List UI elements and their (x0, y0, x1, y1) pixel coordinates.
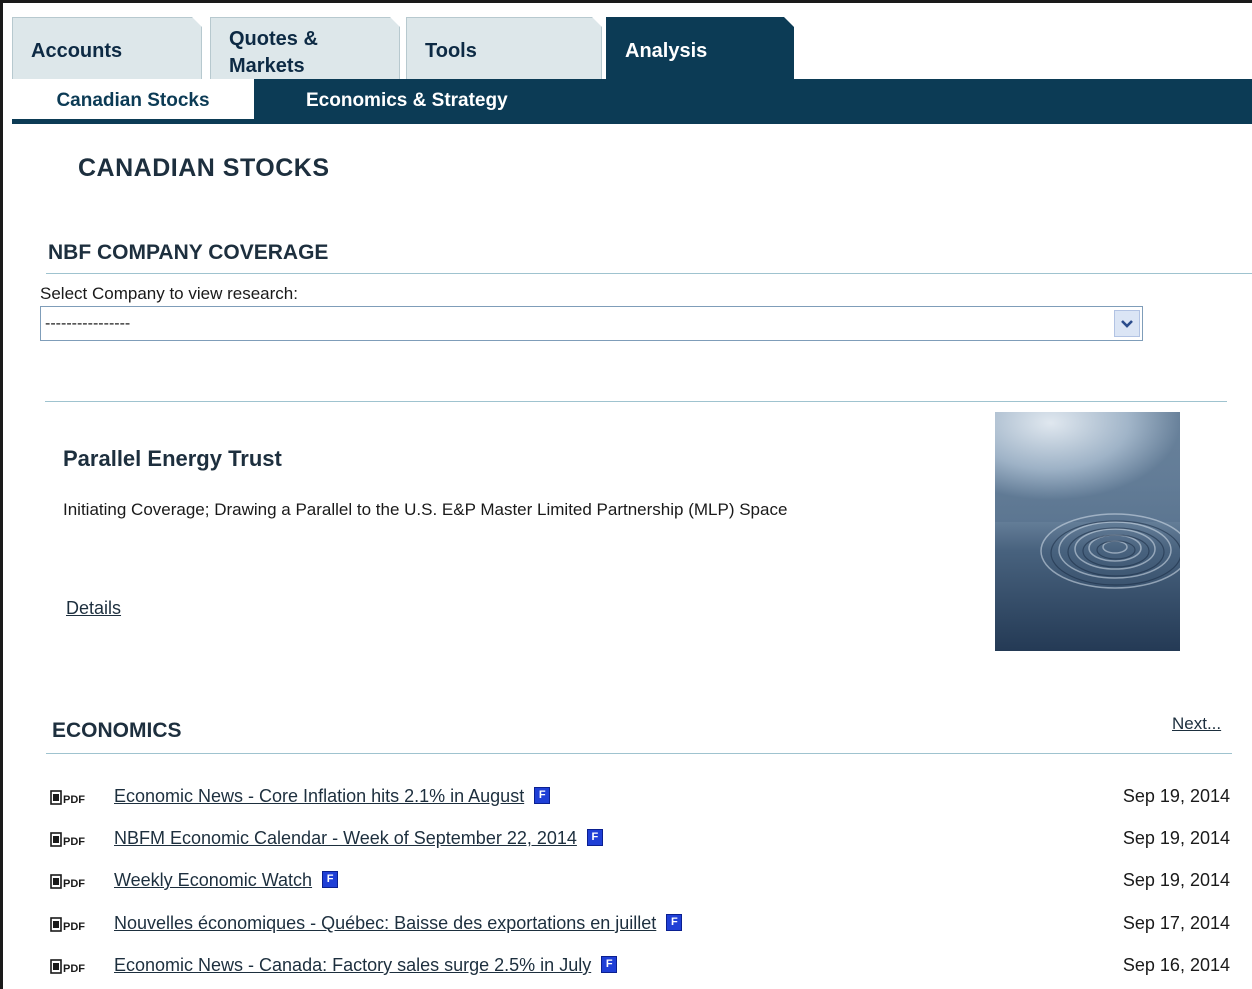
main-tabs: Accounts Quotes & Markets Tools Analysis (12, 15, 1252, 79)
economics-row: PDF Weekly Economic Watch F Sep 19, 2014 (50, 870, 1230, 894)
pdf-label: PDF (63, 921, 85, 933)
water-ripple-image (995, 412, 1180, 589)
pdf-icon[interactable]: PDF (50, 874, 106, 890)
economics-row: PDF NBFM Economic Calendar - Week of Sept… (50, 828, 1230, 852)
french-version-icon[interactable]: F (601, 956, 618, 973)
economics-heading: ECONOMICS (52, 719, 182, 742)
featured-image (995, 412, 1180, 651)
tab-label: Analysis (625, 40, 708, 62)
tab-analysis[interactable]: Analysis (606, 17, 794, 79)
economics-link[interactable]: Economic News - Core Inflation hits 2.1%… (114, 786, 551, 807)
dropdown-button[interactable] (1114, 310, 1140, 337)
pdf-label: PDF (63, 963, 85, 975)
economics-title: Economic News - Core Inflation hits 2.1%… (114, 786, 525, 806)
tab-quotes-markets[interactable]: Quotes & Markets (210, 17, 400, 79)
divider (46, 273, 1252, 274)
subtab-economics-strategy[interactable]: Economics & Strategy (306, 79, 508, 119)
economics-link[interactable]: NBFM Economic Calendar - Week of Septemb… (114, 828, 603, 849)
french-version-icon[interactable]: F (322, 871, 339, 888)
tab-label: Quotes & Markets (229, 28, 318, 77)
economics-link[interactable]: Economic News - Canada: Factory sales su… (114, 955, 618, 976)
economics-row: PDF Economic News - Canada: Factory sales… (50, 955, 1230, 979)
economics-link[interactable]: Weekly Economic Watch F (114, 870, 339, 891)
economics-title: NBFM Economic Calendar - Week of Septemb… (114, 828, 577, 848)
pdf-label: PDF (63, 836, 85, 848)
featured-description: Initiating Coverage; Drawing a Parallel … (63, 500, 788, 519)
tab-label: Tools (425, 40, 477, 62)
french-version-icon[interactable]: F (586, 829, 603, 846)
company-select-label: Select Company to view research: (40, 284, 298, 303)
company-select-value: ---------------- (45, 315, 131, 332)
pdf-icon[interactable]: PDF (50, 790, 106, 806)
french-version-icon[interactable]: F (534, 787, 551, 804)
economics-date: Sep 19, 2014 (1122, 786, 1230, 806)
subtab-canadian-stocks[interactable]: Canadian Stocks (12, 79, 254, 119)
economics-title: Weekly Economic Watch (114, 870, 313, 890)
page-title: CANADIAN STOCKS (78, 154, 330, 182)
pdf-icon[interactable]: PDF (50, 959, 106, 975)
economics-date: Sep 17, 2014 (1122, 913, 1230, 933)
economics-date: Sep 16, 2014 (1122, 955, 1230, 975)
sub-navigation: Canadian Stocks Economics & Strategy (12, 79, 1252, 124)
economics-row: PDF Economic News - Core Inflation hits 2… (50, 786, 1230, 810)
company-select[interactable]: ---------------- (40, 306, 1143, 341)
pdf-icon[interactable]: PDF (50, 917, 106, 933)
tab-tools[interactable]: Tools (406, 17, 602, 79)
economics-date: Sep 19, 2014 (1122, 870, 1230, 890)
economics-date: Sep 19, 2014 (1122, 828, 1230, 848)
economics-row: PDF Nouvelles économiques - Québec: Baiss… (50, 913, 1230, 937)
economics-link[interactable]: Nouvelles économiques - Québec: Baisse d… (114, 913, 683, 934)
divider (46, 753, 1232, 754)
chevron-down-icon (1121, 320, 1133, 328)
pdf-label: PDF (63, 794, 85, 806)
pdf-label: PDF (63, 878, 85, 890)
tab-label: Accounts (31, 40, 123, 62)
pdf-icon[interactable]: PDF (50, 832, 106, 848)
featured-title: Parallel Energy Trust (63, 446, 282, 471)
coverage-heading: NBF COMPANY COVERAGE (48, 241, 329, 264)
details-link[interactable]: Details (66, 598, 121, 619)
divider (45, 401, 1227, 402)
economics-title: Economic News - Canada: Factory sales su… (114, 955, 592, 975)
french-version-icon[interactable]: F (666, 914, 683, 931)
tab-accounts[interactable]: Accounts (12, 17, 202, 79)
economics-title: Nouvelles économiques - Québec: Baisse d… (114, 913, 657, 933)
next-link[interactable]: Next... (1172, 714, 1221, 734)
